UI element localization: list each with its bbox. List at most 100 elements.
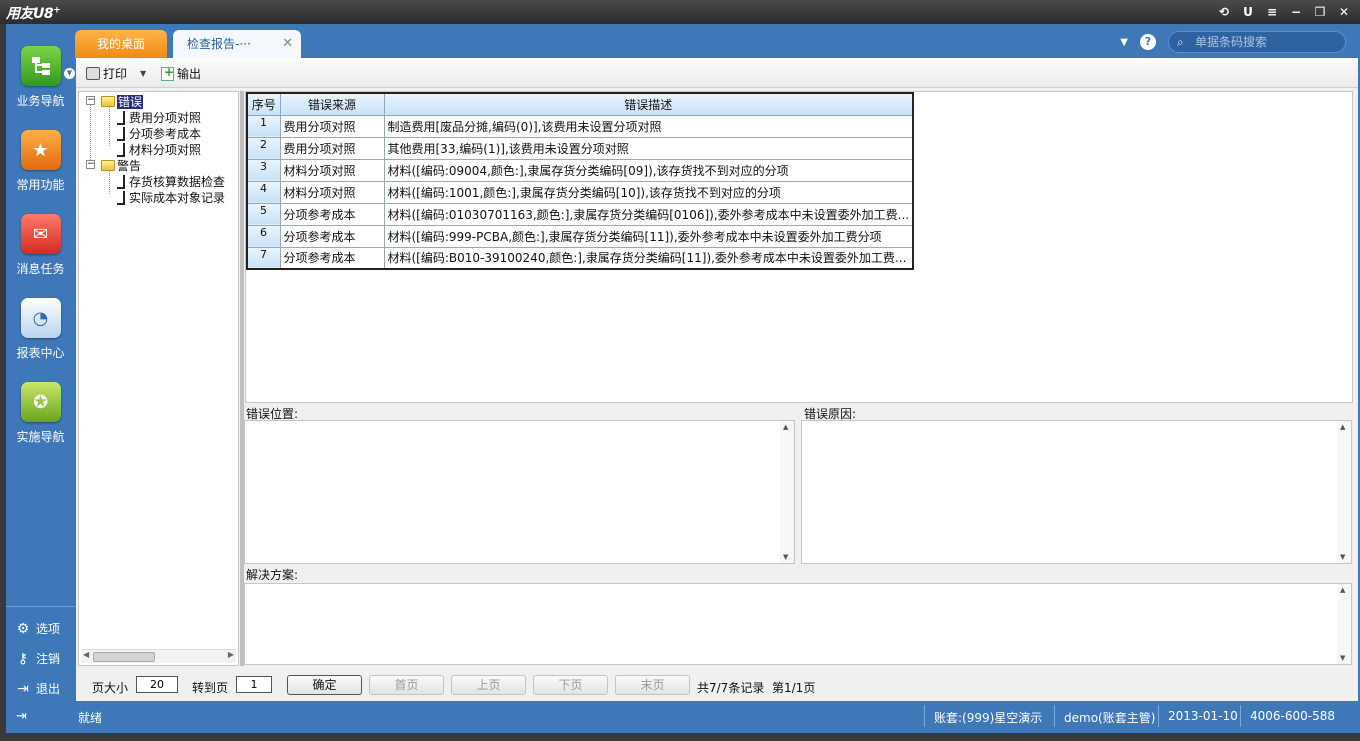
error-source-cell[interactable]: 材料分项对照 bbox=[279, 180, 385, 204]
scroll-left-icon[interactable]: ◀ bbox=[83, 650, 89, 659]
first-page-button[interactable]: 首页 bbox=[369, 675, 444, 695]
export-button[interactable]: 输出 bbox=[161, 65, 201, 82]
chevron-down-icon[interactable]: ▼ bbox=[64, 68, 75, 79]
error-source-cell[interactable]: 费用分项对照 bbox=[279, 114, 385, 138]
table-row[interactable]: 3 材料分项对照 材料([编码:09004,颜色:],隶属存货分类编码[09]),该… bbox=[246, 158, 914, 182]
table-row[interactable]: 5 分项参考成本 材料([编码:01030701163,颜色:],隶属存货分类编码[… bbox=[246, 202, 914, 226]
column-header-index[interactable]: 序号 bbox=[246, 92, 281, 116]
barcode-search-input[interactable]: ⌕ 单据条码搜索 bbox=[1168, 31, 1346, 53]
confirm-button[interactable]: 确定 bbox=[287, 675, 362, 695]
minimize-button[interactable]: − bbox=[1284, 2, 1308, 22]
error-description-cell[interactable]: 材料([编码:999-PCBA,颜色:],隶属存货分类编码[11]),委外参考成… bbox=[383, 224, 914, 248]
error-description-cell[interactable]: 材料([编码:01030701163,颜色:],隶属存货分类编码[0106]),… bbox=[383, 202, 914, 226]
error-source-cell[interactable]: 分项参考成本 bbox=[279, 246, 385, 270]
close-icon[interactable]: ✕ bbox=[282, 30, 293, 58]
table-row[interactable]: 1 费用分项对照 制造费用[废品分摊,编码(0)],该费用未设置分项对照 bbox=[246, 114, 914, 138]
table-row[interactable]: 6 分项参考成本 材料([编码:999-PCBA,颜色:],隶属存货分类编码[11]… bbox=[246, 224, 914, 248]
tree-item-ref-cost[interactable]: 分项参考成本 bbox=[117, 125, 201, 142]
nav-business[interactable]: 业务导航 bbox=[6, 46, 75, 109]
error-source-cell[interactable]: 分项参考成本 bbox=[279, 202, 385, 226]
error-description-cell[interactable]: 制造费用[废品分摊,编码(0)],该费用未设置分项对照 bbox=[383, 114, 914, 138]
error-description-cell[interactable]: 其他费用[33,编码(1)],该费用未设置分项对照 bbox=[383, 136, 914, 160]
status-date: 2013-01-10 bbox=[1168, 709, 1238, 723]
tree-horizontal-scrollbar[interactable]: ◀ ▶ bbox=[81, 649, 236, 663]
window-controls: ⟲ U ≡ − ❐ ✕ bbox=[1212, 2, 1356, 22]
error-source-cell[interactable]: 材料分项对照 bbox=[279, 158, 385, 182]
report-icon: ◔ bbox=[20, 298, 61, 338]
restore-button[interactable]: ❐ bbox=[1308, 2, 1332, 22]
error-description-cell[interactable]: 材料([编码:B010-39100240,颜色:],隶属存货分类编码[11]),… bbox=[383, 246, 914, 270]
error-description-cell[interactable]: 材料([编码:1001,颜色:],隶属存货分类编码[10]),该存货找不到对应的… bbox=[383, 180, 914, 204]
tab-check-report[interactable]: 检查报告-··· ✕ bbox=[173, 30, 301, 58]
row-index-cell[interactable]: 6 bbox=[246, 224, 281, 248]
nav-exit[interactable]: ⇥ 退出 bbox=[14, 680, 60, 697]
row-index-cell[interactable]: 7 bbox=[246, 246, 281, 270]
row-index-cell[interactable]: 2 bbox=[246, 136, 281, 160]
column-header-source[interactable]: 错误来源 bbox=[279, 92, 385, 116]
toolbar: 打印 ▼ 输出 bbox=[76, 58, 1358, 88]
table-row[interactable]: 7 分项参考成本 材料([编码:B010-39100240,颜色:],隶属存货分类编… bbox=[246, 246, 914, 270]
print-button[interactable]: 打印 ▼ bbox=[86, 65, 146, 82]
nav-message[interactable]: ✉ 消息任务 bbox=[6, 214, 75, 277]
nav-implement[interactable]: ✪ 实施导航 bbox=[6, 382, 75, 445]
tree-item-inventory-check[interactable]: 存货核算数据检查 bbox=[117, 173, 225, 190]
nav-report[interactable]: ◔ 报表中心 bbox=[6, 298, 75, 361]
tree-item-expense-mapping[interactable]: 费用分项对照 bbox=[117, 109, 201, 126]
tab-desktop[interactable]: 我的桌面 bbox=[75, 30, 167, 58]
chevron-down-icon[interactable]: ▼ bbox=[1120, 37, 1128, 48]
gear-icon: ⚙ bbox=[16, 620, 30, 637]
prev-page-button[interactable]: 上页 bbox=[451, 675, 526, 695]
last-page-button[interactable]: 末页 bbox=[615, 675, 690, 695]
chevron-down-icon[interactable]: ▼ bbox=[140, 69, 146, 78]
vertical-scrollbar[interactable]: ▲ ▼ bbox=[1337, 584, 1351, 664]
window-edge bbox=[0, 733, 1360, 741]
close-button[interactable]: ✕ bbox=[1332, 2, 1356, 22]
column-header-description[interactable]: 错误描述 bbox=[383, 92, 914, 116]
table-row[interactable]: 4 材料分项对照 材料([编码:1001,颜色:],隶属存货分类编码[10]),该存… bbox=[246, 180, 914, 204]
vertical-scrollbar[interactable]: ▲ ▼ bbox=[780, 421, 794, 563]
nav-common[interactable]: ★ 常用功能 bbox=[6, 130, 75, 193]
nav-divider bbox=[6, 606, 75, 607]
row-index-cell[interactable]: 4 bbox=[246, 180, 281, 204]
row-index-cell[interactable]: 5 bbox=[246, 202, 281, 226]
solution-textarea[interactable]: ▲ ▼ bbox=[244, 583, 1352, 665]
error-grid: 序号 错误来源 错误描述 1 费用分项对照 制造费用[废品分摊,编码(0)],该费用… bbox=[245, 91, 1353, 403]
next-page-button[interactable]: 下页 bbox=[533, 675, 608, 695]
scroll-right-icon[interactable]: ▶ bbox=[228, 650, 234, 659]
status-user: demo(账套主管) bbox=[1064, 711, 1156, 725]
tree-node-warnings[interactable]: 警告 bbox=[101, 157, 141, 174]
status-ready: 就绪 bbox=[78, 711, 103, 725]
status-account: 账套:(999)星空演示 bbox=[934, 711, 1043, 725]
row-index-cell[interactable]: 1 bbox=[246, 114, 281, 138]
table-row[interactable]: 2 费用分项对照 其他费用[33,编码(1)],该费用未设置分项对照 bbox=[246, 136, 914, 160]
pane-splitter[interactable] bbox=[240, 91, 244, 666]
scroll-thumb[interactable] bbox=[93, 652, 155, 662]
error-source-cell[interactable]: 费用分项对照 bbox=[279, 136, 385, 160]
exit-icon: ⇥ bbox=[17, 680, 29, 697]
collapse-nav-icon[interactable]: ⇥ bbox=[16, 709, 27, 724]
u-icon[interactable]: U bbox=[1236, 2, 1260, 22]
tree-item-cost-object[interactable]: 实际成本对象记录 bbox=[117, 189, 225, 206]
tree-node-errors[interactable]: 错误 bbox=[101, 93, 144, 110]
menu-icon[interactable]: ≡ bbox=[1260, 2, 1284, 22]
collapse-toggle[interactable]: − bbox=[86, 160, 95, 169]
search-icon: ⌕ bbox=[1177, 35, 1184, 49]
page-size-input[interactable] bbox=[136, 676, 178, 693]
error-reason-textarea[interactable]: ▲ ▼ bbox=[801, 420, 1352, 564]
leaf-icon bbox=[117, 191, 125, 205]
vertical-scrollbar[interactable]: ▲ ▼ bbox=[1337, 421, 1351, 563]
goto-page-input[interactable] bbox=[236, 676, 272, 693]
tree-item-material-mapping[interactable]: 材料分项对照 bbox=[117, 141, 201, 158]
help-icon[interactable]: ? bbox=[1140, 34, 1156, 50]
title-bar: 用友U8+ ⟲ U ≡ − ❐ ✕ bbox=[0, 0, 1360, 24]
row-index-cell[interactable]: 3 bbox=[246, 158, 281, 182]
nav-options[interactable]: ⚙ 选项 bbox=[14, 620, 60, 637]
error-description-cell[interactable]: 材料([编码:09004,颜色:],隶属存货分类编码[09]),该存货找不到对应… bbox=[383, 158, 914, 182]
error-location-textarea[interactable]: ▲ ▼ bbox=[244, 420, 795, 564]
collapse-toggle[interactable]: − bbox=[86, 96, 95, 105]
refresh-icon[interactable]: ⟲ bbox=[1212, 2, 1236, 22]
error-source-cell[interactable]: 分项参考成本 bbox=[279, 224, 385, 248]
main-area: 我的桌面 检查报告-··· ✕ ▼ ? ⌕ 单据条码搜索 打印 ▼ 输出 bbox=[75, 24, 1360, 701]
star-icon: ★ bbox=[20, 130, 61, 170]
nav-logout[interactable]: ⚷ 注销 bbox=[14, 650, 60, 667]
